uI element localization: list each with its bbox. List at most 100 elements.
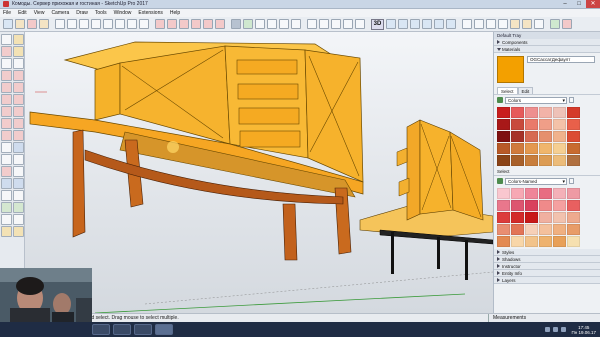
colors-named-swatch-18[interactable]: [497, 224, 510, 235]
menu-view[interactable]: View: [34, 10, 45, 16]
rectangle-tool-icon[interactable]: [79, 19, 89, 29]
rotate-tool-icon[interactable]: [179, 19, 189, 29]
colors-swatch-29[interactable]: [567, 155, 580, 166]
colors-swatch-11[interactable]: [567, 119, 580, 130]
circle-tool-icon[interactable]: [103, 19, 113, 29]
dimension-icon[interactable]: [13, 142, 24, 153]
layers-panel-header[interactable]: Layers: [494, 277, 600, 284]
colors-named-swatch-6[interactable]: [497, 200, 510, 211]
taskbar-app-2[interactable]: [113, 324, 131, 335]
menu-draw[interactable]: Draw: [76, 10, 88, 16]
colors-named-swatch-12[interactable]: [497, 212, 510, 223]
colors-swatch-14[interactable]: [525, 131, 538, 142]
colors-named-swatch-24[interactable]: [497, 236, 510, 247]
colors-named-swatch-7[interactable]: [511, 200, 524, 211]
colors-swatch-20[interactable]: [525, 143, 538, 154]
colors-swatch-15[interactable]: [539, 131, 552, 142]
materials-panel-header[interactable]: Materials: [494, 46, 600, 53]
colors-named-swatch-27[interactable]: [539, 236, 552, 247]
freehand-icon[interactable]: [13, 58, 24, 69]
colors-named-swatch-21[interactable]: [539, 224, 552, 235]
circle-icon[interactable]: [1, 82, 12, 93]
colors-swatch-18[interactable]: [497, 143, 510, 154]
iso-view-icon[interactable]: [386, 19, 396, 29]
model-canvas[interactable]: [25, 32, 493, 313]
stamp-icon[interactable]: [13, 226, 24, 237]
pushpull-icon[interactable]: [13, 106, 24, 117]
shaded-textures-icon[interactable]: [522, 19, 532, 29]
colors-swatch-13[interactable]: [511, 131, 524, 142]
back-view-icon[interactable]: [434, 19, 444, 29]
paint-bucket-icon[interactable]: [39, 19, 49, 29]
taskbar-app-3[interactable]: [134, 324, 152, 335]
collection-dropdown-1[interactable]: Colors: [505, 96, 567, 104]
eraser-icon[interactable]: [1, 46, 12, 57]
tab-select[interactable]: Select: [497, 87, 518, 94]
colors-swatch-4[interactable]: [553, 107, 566, 118]
component-icon[interactable]: [13, 34, 24, 45]
menu-extensions[interactable]: Extensions: [138, 10, 162, 16]
colors-named-swatch-19[interactable]: [511, 224, 524, 235]
details-icon[interactable]: [569, 97, 574, 103]
tab-edit[interactable]: Edit: [517, 87, 534, 94]
colors-named-swatch-29[interactable]: [567, 236, 580, 247]
volume-icon[interactable]: [552, 327, 558, 332]
back-edges-icon[interactable]: [474, 19, 484, 29]
colors-swatch-0[interactable]: [497, 107, 510, 118]
rotated-rectangle-icon[interactable]: [91, 19, 101, 29]
instructor-panel-header[interactable]: Instructor: [494, 263, 600, 270]
text3d-icon[interactable]: [13, 166, 24, 177]
colors-named-swatch-14[interactable]: [525, 212, 538, 223]
colors-named-swatch-1[interactable]: [511, 188, 524, 199]
colors-named-swatch-13[interactable]: [511, 212, 524, 223]
menu-edit[interactable]: Edit: [18, 10, 27, 16]
top-view-icon[interactable]: [398, 19, 408, 29]
polygon-icon[interactable]: [13, 82, 24, 93]
colors-named-swatch-15[interactable]: [539, 212, 552, 223]
extension-warehouse-icon[interactable]: [562, 19, 572, 29]
language-icon[interactable]: [560, 327, 566, 332]
rotate-icon[interactable]: [1, 118, 12, 129]
colors-named-swatch-4[interactable]: [553, 188, 566, 199]
taskbar-sketchup[interactable]: [155, 324, 173, 335]
freehand-tool-icon[interactable]: [67, 19, 77, 29]
colors-swatch-25[interactable]: [511, 155, 524, 166]
offset-icon[interactable]: [13, 130, 24, 141]
material-name-field[interactable]: OGСассатДефаулт: [527, 56, 595, 63]
colors-swatch-16[interactable]: [553, 131, 566, 142]
orbit-icon[interactable]: [1, 178, 12, 189]
section-plane-icon[interactable]: [13, 214, 24, 225]
details-icon-2[interactable]: [569, 178, 574, 184]
current-material-swatch[interactable]: [497, 56, 524, 83]
dimension-tool-icon[interactable]: [243, 19, 253, 29]
colors-swatch-7[interactable]: [511, 119, 524, 130]
menu-camera[interactable]: Camera: [51, 10, 69, 16]
colors-named-swatch-11[interactable]: [567, 200, 580, 211]
make-component-icon[interactable]: [15, 19, 25, 29]
maximize-button[interactable]: □: [572, 0, 586, 8]
home-icon-2[interactable]: [497, 178, 503, 184]
axes-tool-icon[interactable]: [279, 19, 289, 29]
colors-named-swatch-3[interactable]: [539, 188, 552, 199]
shadows-panel-header[interactable]: Shadows: [494, 256, 600, 263]
colors-named-swatch-5[interactable]: [567, 188, 580, 199]
colors-named-swatch-28[interactable]: [553, 236, 566, 247]
colors-swatch-26[interactable]: [525, 155, 538, 166]
walk-icon[interactable]: [13, 202, 24, 213]
hidden-line-icon[interactable]: [498, 19, 508, 29]
offset-tool-icon[interactable]: [215, 19, 225, 29]
orbit-tool-icon[interactable]: [307, 19, 317, 29]
scale-icon[interactable]: [1, 130, 12, 141]
tape-icon[interactable]: [1, 142, 12, 153]
eraser-tool-icon[interactable]: [27, 19, 37, 29]
zoom-extents-icon[interactable]: [355, 19, 365, 29]
monochrome-style-icon[interactable]: [534, 19, 544, 29]
rotated-rect-icon[interactable]: [13, 70, 24, 81]
colors-named-swatch-17[interactable]: [567, 212, 580, 223]
colors-named-swatch-20[interactable]: [525, 224, 538, 235]
colors-swatch-3[interactable]: [539, 107, 552, 118]
follow-me-icon[interactable]: [191, 19, 201, 29]
collection-dropdown-2[interactable]: Colors-Named: [505, 177, 567, 185]
colors-named-swatch-26[interactable]: [525, 236, 538, 247]
colors-swatch-21[interactable]: [539, 143, 552, 154]
